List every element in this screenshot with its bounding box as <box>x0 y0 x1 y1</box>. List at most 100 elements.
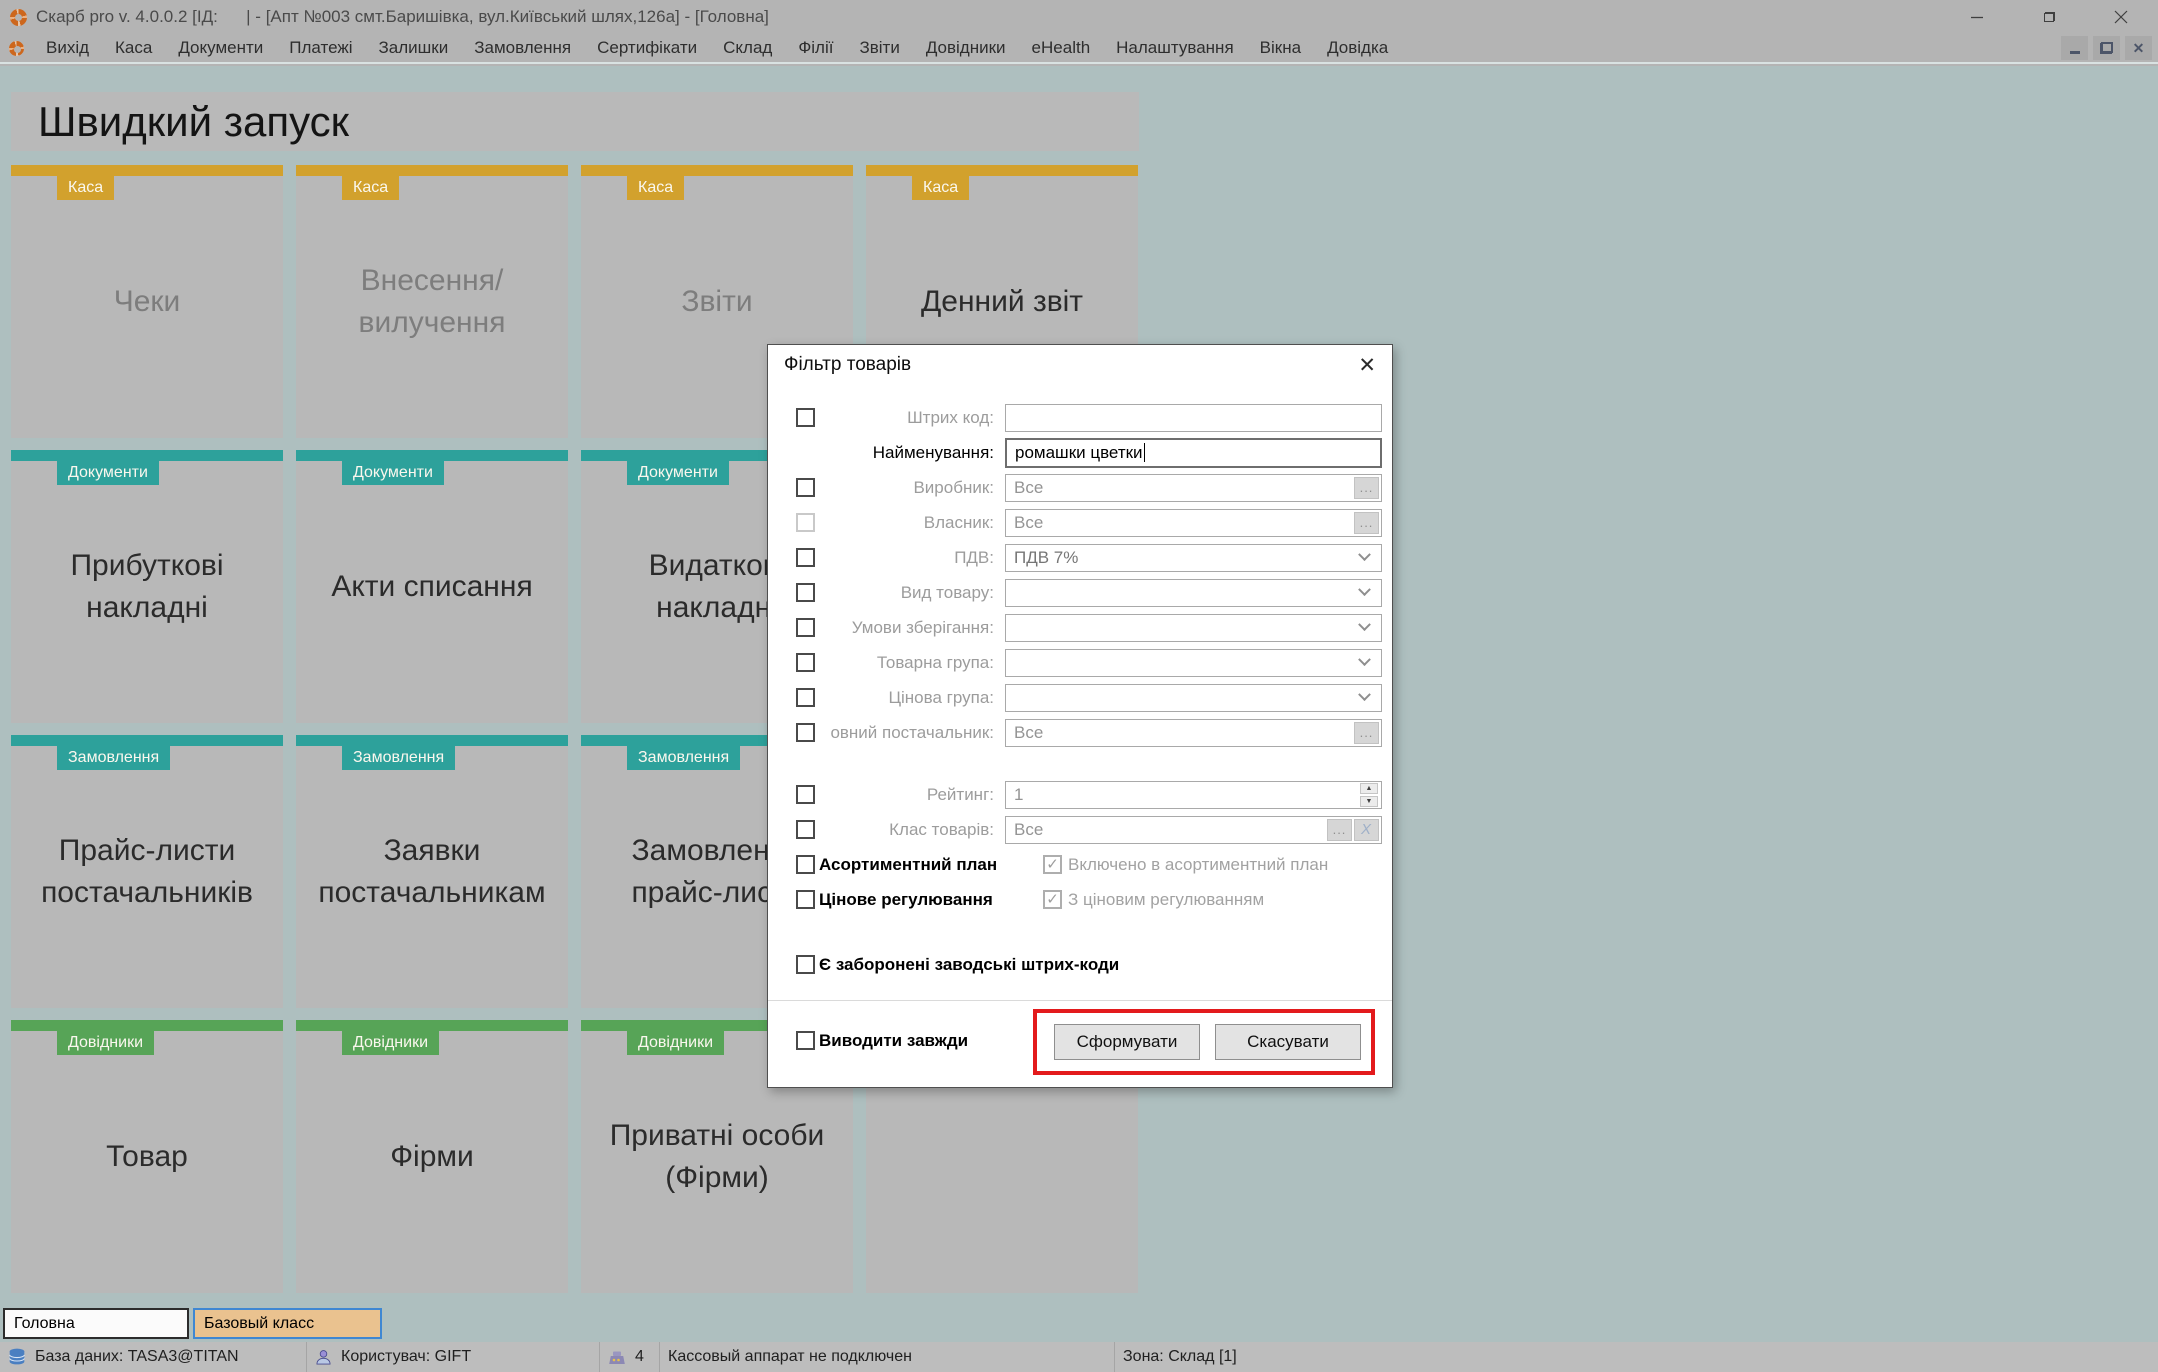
minimize-icon[interactable] <box>1964 4 1990 30</box>
menu-item-4[interactable]: Залишки <box>366 38 462 58</box>
filter-row-checkbox <box>796 513 815 532</box>
dialog-row-11: Рейтинг:1▲▼ <box>768 781 1392 808</box>
field-label: Цінова група: <box>815 688 1005 708</box>
field-label: ПДВ: <box>815 548 1005 568</box>
filter-row-checkbox[interactable] <box>796 723 815 742</box>
field-input[interactable]: Все... <box>1005 509 1382 537</box>
spinner: ▲▼ <box>1360 783 1378 807</box>
tile-label: Внесення/вилучення <box>296 165 568 438</box>
dialog-row-16: Є заборонені заводські штрих-коди <box>768 951 1392 978</box>
database-icon <box>8 1348 26 1366</box>
filter-row-checkbox[interactable] <box>796 785 815 804</box>
menu-item-6[interactable]: Сертифікати <box>584 38 710 58</box>
tile-label: Прайс-листи постачальників <box>11 735 283 1008</box>
menu-item-13[interactable]: Вікна <box>1247 38 1314 58</box>
tile-label: Товар <box>11 1020 283 1293</box>
lookup-ellipsis-button[interactable]: ... <box>1354 477 1379 499</box>
spin-up-icon[interactable]: ▲ <box>1360 783 1378 794</box>
field-input[interactable]: Все... <box>1005 474 1382 502</box>
filter-row-checkbox[interactable] <box>796 478 815 497</box>
tile-0[interactable]: КасаЧеки <box>11 165 283 438</box>
filter-row-checkbox[interactable] <box>796 820 815 839</box>
mdi-window-controls: ✕ <box>2061 36 2158 60</box>
field-input[interactable]: Все...X <box>1005 816 1382 844</box>
chevron-down-icon[interactable] <box>1358 548 1371 561</box>
mdi-minimize-icon[interactable] <box>2061 36 2088 60</box>
field-value: Все <box>1014 478 1043 498</box>
chevron-down-icon[interactable] <box>1358 653 1371 666</box>
pair-left: Асортиментний план <box>796 855 1043 875</box>
mdi-restore-icon[interactable] <box>2093 36 2120 60</box>
restore-icon[interactable] <box>2036 4 2062 30</box>
menu-item-12[interactable]: Налаштування <box>1103 38 1247 58</box>
lookup-ellipsis-button[interactable]: ... <box>1327 819 1352 841</box>
field-input[interactable]: 1▲▼ <box>1005 781 1382 809</box>
chevron-down-icon[interactable] <box>1358 583 1371 596</box>
cancel-button[interactable]: Скасувати <box>1215 1024 1361 1060</box>
tab-holovna[interactable]: Головна <box>3 1308 189 1339</box>
field-input[interactable]: ПДВ 7% <box>1005 544 1382 572</box>
field-label: Найменування: <box>815 443 1005 463</box>
filter-option-checkbox[interactable] <box>796 890 815 909</box>
lookup-ellipsis-button[interactable]: ... <box>1354 722 1379 744</box>
menu-item-14[interactable]: Довідка <box>1314 38 1401 58</box>
tile-5[interactable]: ДокументиАкти списання <box>296 450 568 723</box>
filter-row-checkbox[interactable] <box>796 583 815 602</box>
menu-item-2[interactable]: Документи <box>165 38 276 58</box>
spin-down-icon[interactable]: ▼ <box>1360 796 1378 807</box>
menu-item-8[interactable]: Філії <box>785 38 846 58</box>
dialog-row-7: Товарна група: <box>768 649 1392 676</box>
menu-item-1[interactable]: Каса <box>102 38 165 58</box>
field-label: Клас товарів: <box>815 820 1005 840</box>
pair-left: Цінове регулювання <box>796 890 1043 910</box>
tile-9[interactable]: ЗамовленняЗаявки постачальникам <box>296 735 568 1008</box>
app-logo-icon <box>10 9 27 26</box>
chevron-down-icon[interactable] <box>1358 688 1371 701</box>
field-label: Власник: <box>815 513 1005 533</box>
menu-item-10[interactable]: Довідники <box>913 38 1019 58</box>
field-input[interactable] <box>1005 404 1382 432</box>
menu-item-7[interactable]: Склад <box>710 38 785 58</box>
field-input[interactable] <box>1005 684 1382 712</box>
menu-item-0[interactable]: Вихід <box>33 38 102 58</box>
filter-option-checkbox[interactable] <box>796 855 815 874</box>
user-icon <box>315 1349 332 1366</box>
filter-option-checkbox[interactable] <box>796 955 815 974</box>
filter-row-checkbox[interactable] <box>796 408 815 427</box>
page-heading-bar: Швидкий запуск <box>11 92 1139 151</box>
menu-item-9[interactable]: Звіти <box>846 38 912 58</box>
status-database: База даних: TASA3@TITAN <box>0 1342 307 1372</box>
field-value: Все <box>1014 820 1043 840</box>
field-value: Все <box>1014 513 1043 533</box>
menu-item-11[interactable]: eHealth <box>1019 38 1104 58</box>
field-input[interactable] <box>1005 614 1382 642</box>
tab-bazovyi-klass[interactable]: Базовый класс <box>193 1308 382 1339</box>
mdi-child-icon[interactable] <box>9 41 24 56</box>
filter-row-checkbox[interactable] <box>796 548 815 567</box>
tile-4[interactable]: ДокументиПрибуткові накладні <box>11 450 283 723</box>
lookup-ellipsis-button[interactable]: ... <box>1354 512 1379 534</box>
status-bar: База даних: TASA3@TITAN Користувач: GIFT… <box>0 1342 2158 1372</box>
tile-13[interactable]: ДовідникиФірми <box>296 1020 568 1293</box>
filter-row-checkbox[interactable] <box>796 618 815 637</box>
field-input[interactable] <box>1005 579 1382 607</box>
close-icon[interactable] <box>2108 4 2134 30</box>
tile-12[interactable]: ДовідникиТовар <box>11 1020 283 1293</box>
chevron-down-icon[interactable] <box>1358 618 1371 631</box>
filter-row-checkbox[interactable] <box>796 653 815 672</box>
dialog-title-bar: Фільтр товарів ✕ <box>768 345 1392 385</box>
tile-8[interactable]: ЗамовленняПрайс-листи постачальників <box>11 735 283 1008</box>
always-show-checkbox[interactable] <box>796 1031 815 1050</box>
mdi-close-icon[interactable]: ✕ <box>2125 36 2152 60</box>
filter-row-checkbox[interactable] <box>796 688 815 707</box>
generate-button[interactable]: Сформувати <box>1054 1024 1200 1060</box>
field-input[interactable]: Все... <box>1005 719 1382 747</box>
menu-item-5[interactable]: Замовлення <box>461 38 584 58</box>
menu-item-3[interactable]: Платежі <box>276 38 365 58</box>
status-cash-register-message: Кассовый аппарат не подключен <box>660 1342 1115 1372</box>
field-input[interactable] <box>1005 649 1382 677</box>
tile-1[interactable]: КасаВнесення/вилучення <box>296 165 568 438</box>
dialog-row-3: Власник:Все... <box>768 509 1392 536</box>
dialog-close-icon[interactable]: ✕ <box>1358 355 1376 376</box>
field-input[interactable]: ромашки цветки <box>1005 438 1382 468</box>
